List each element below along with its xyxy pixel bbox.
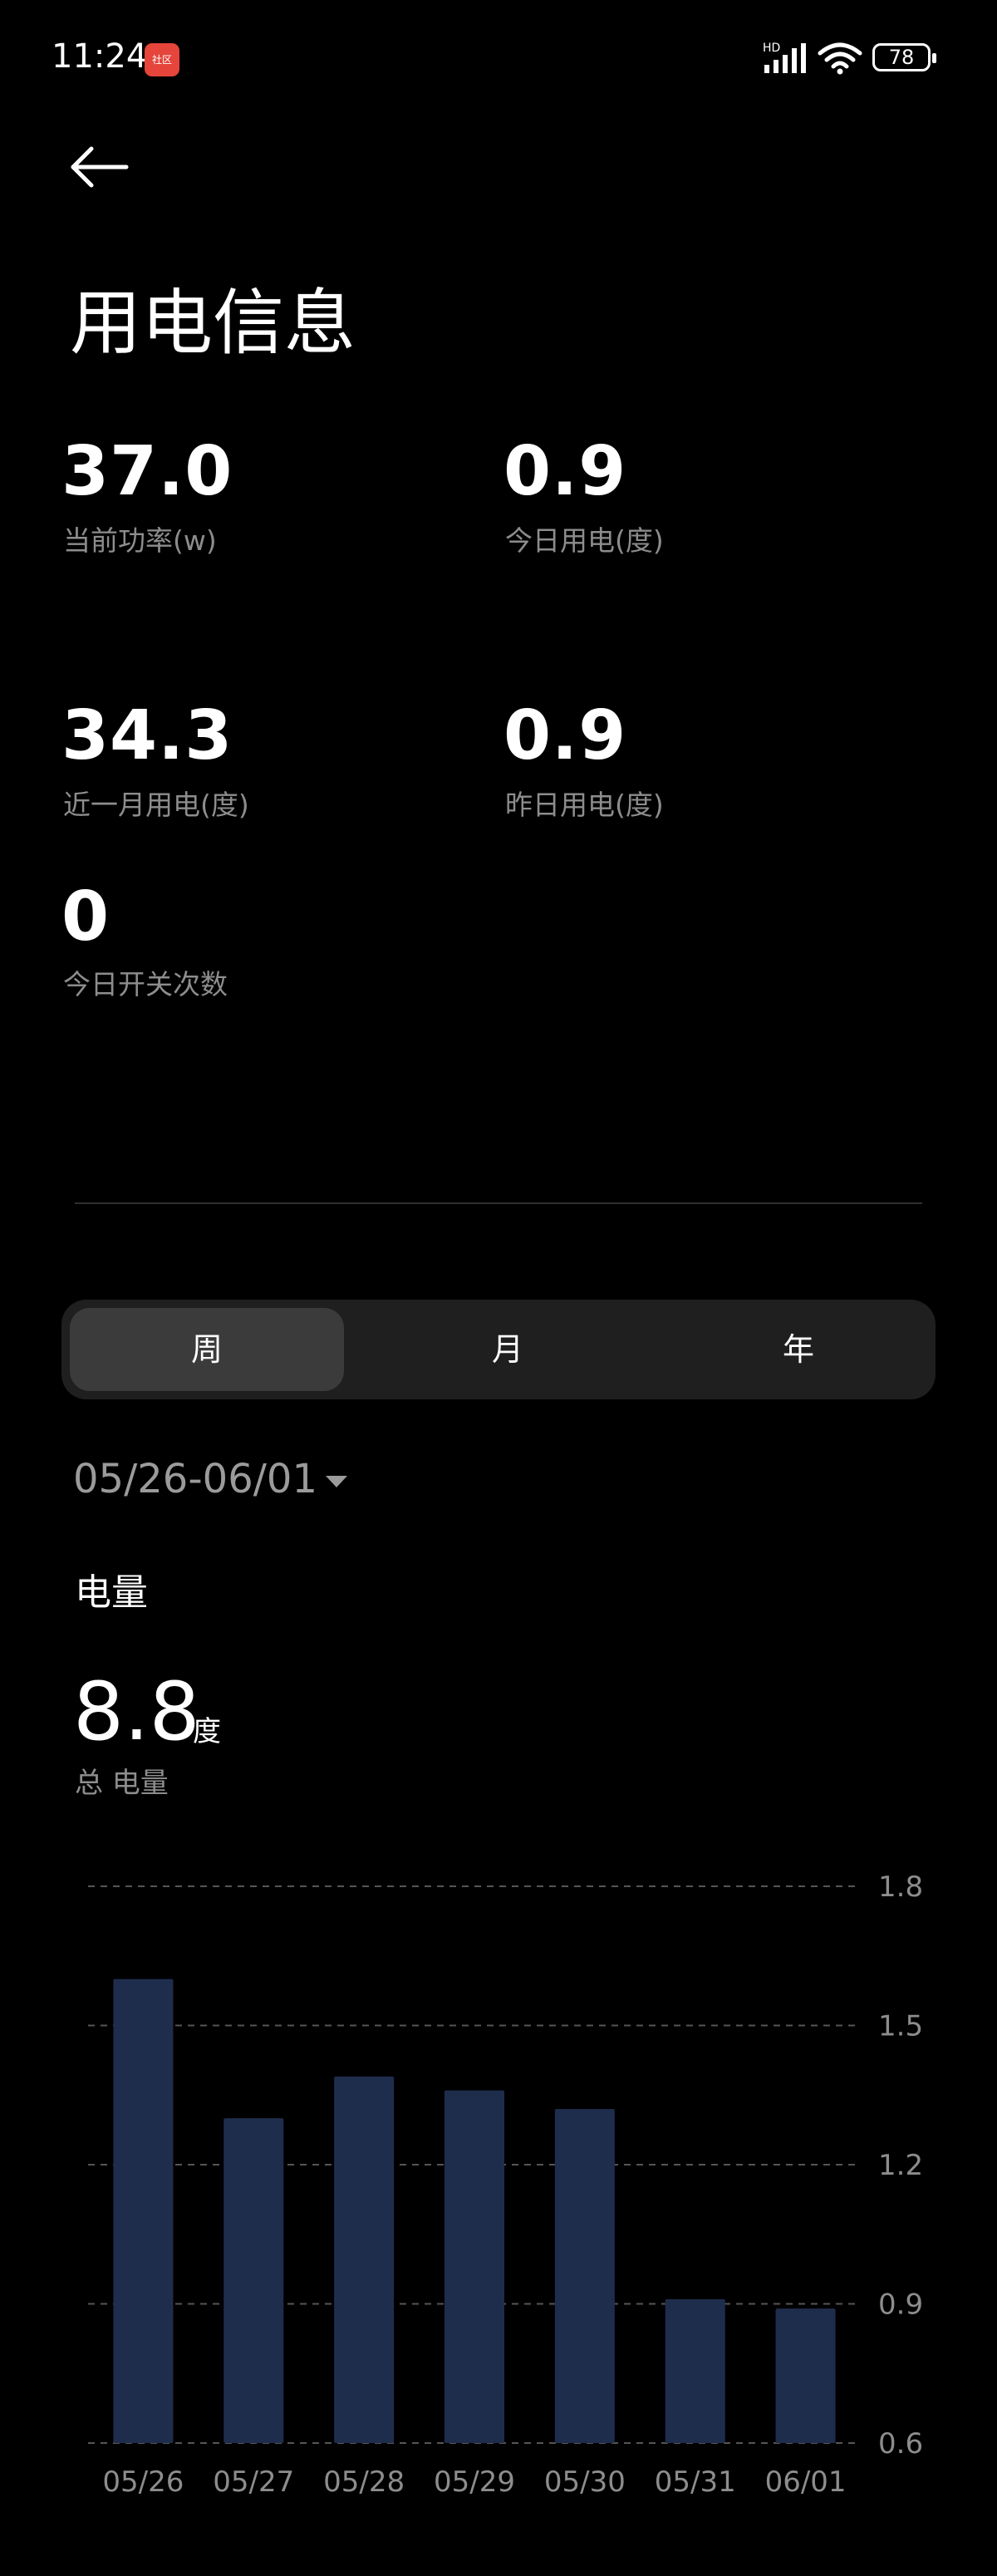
x-tick-label: 06/01 (765, 2465, 847, 2499)
status-time: 11:24 (52, 37, 148, 76)
y-tick-label: 1.2 (878, 2149, 923, 2182)
status-bar: 11:24 社区 HD 78 (0, 0, 997, 116)
tab-year[interactable]: 年 (661, 1308, 936, 1391)
x-tick-label: 05/30 (544, 2465, 626, 2499)
divider (75, 1202, 922, 1204)
bar-05-29[interactable] (444, 2090, 504, 2443)
energy-bar-chart: 1.8 1.5 1.2 0.9 0.6 05/26 05/27 05/28 05/29 05/30… (88, 1871, 923, 2499)
bar-06-01[interactable] (775, 2308, 836, 2443)
current-power-label: 当前功率(w) (63, 524, 217, 557)
yesterday-usage-value: 0.9 (503, 696, 627, 775)
y-tick-label: 0.9 (878, 2288, 923, 2322)
period-tabs: 周 月 年 (61, 1300, 936, 1399)
energy-section-title: 电量 (75, 1571, 148, 1614)
yesterday-usage-label: 昨日用电(度) (505, 789, 664, 821)
x-tick-label: 05/27 (213, 2465, 294, 2499)
arrow-left-icon (71, 146, 129, 188)
today-usage-value: 0.9 (503, 432, 627, 511)
month-usage-label: 近一月用电(度) (63, 789, 249, 821)
x-tick-label: 05/28 (323, 2465, 405, 2499)
switch-count-label: 今日开关次数 (63, 968, 228, 1000)
back-button[interactable] (66, 137, 133, 204)
current-power-value: 37.0 (61, 432, 233, 511)
bar-05-30[interactable] (554, 2109, 615, 2443)
bar-05-31[interactable] (665, 2298, 725, 2443)
switch-count-value: 0 (61, 878, 111, 956)
x-tick-label: 05/31 (655, 2465, 736, 2499)
bar-05-26[interactable] (113, 1979, 174, 2443)
dropdown-arrow-icon[interactable] (326, 1476, 347, 1487)
date-range-selector[interactable]: 05/26-06/01 (73, 1456, 317, 1502)
wifi-icon (818, 42, 862, 75)
y-tick-label: 1.8 (878, 1871, 923, 1904)
x-tick-label: 05/29 (434, 2465, 515, 2499)
y-tick-label: 0.6 (878, 2427, 923, 2460)
month-usage-value: 34.3 (61, 696, 233, 775)
page-title: 用电信息 (70, 282, 356, 365)
signal-icon: HD (763, 42, 806, 73)
total-energy-label: 总 电量 (75, 1767, 169, 1800)
bar-05-28[interactable] (334, 2076, 395, 2443)
tab-week[interactable]: 周 (70, 1308, 344, 1391)
today-usage-label: 今日用电(度) (505, 524, 664, 557)
network-type-label: HD (763, 42, 780, 55)
total-energy-unit: 度 (193, 1715, 221, 1748)
y-tick-label: 1.5 (878, 2010, 923, 2043)
tab-month[interactable]: 月 (371, 1308, 645, 1391)
battery-indicator: 78 (872, 43, 936, 71)
notification-badge: 社区 (145, 43, 179, 76)
total-energy-value: 8.8 (73, 1665, 200, 1758)
bar-05-27[interactable] (223, 2118, 284, 2443)
x-tick-label: 05/26 (102, 2465, 184, 2499)
